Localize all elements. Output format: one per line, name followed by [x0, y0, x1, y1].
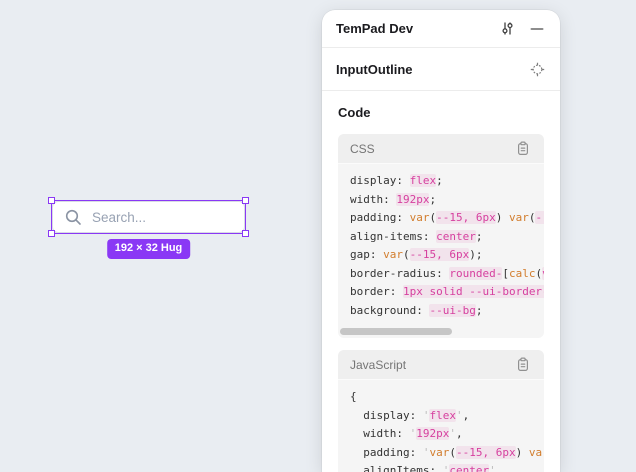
- code-line: display: flex;: [350, 172, 544, 191]
- code-line: padding: 'var(--15, 6px) var(--15, 6px)'…: [350, 444, 544, 463]
- selection-handle-bottom-right[interactable]: [242, 230, 249, 237]
- sliders-icon[interactable]: [498, 20, 516, 38]
- scrollbar-thumb[interactable]: [340, 328, 452, 335]
- code-block-header: JavaScript: [338, 350, 544, 380]
- code-line: padding: var(--15, 6px) var(--15, 6px);: [350, 209, 544, 228]
- code-block-javascript: JavaScript { display: 'flex', width: '19…: [338, 350, 544, 472]
- minimize-icon[interactable]: [528, 20, 546, 38]
- code-line: {: [350, 388, 544, 407]
- code-line: width: '192px',: [350, 425, 544, 444]
- panel-title: TemPad Dev: [336, 21, 498, 36]
- panel-header: TemPad Dev: [322, 10, 560, 48]
- code-line: align-items: center;: [350, 228, 544, 247]
- code-line: border: 1px solid --ui-border-color;: [350, 283, 544, 302]
- code-block-label: CSS: [350, 142, 514, 156]
- search-input[interactable]: Search...: [52, 201, 245, 233]
- code-section-title: Code: [338, 105, 544, 120]
- code-section: Code CSS display: flex;width: 192px;padd…: [322, 91, 560, 472]
- selected-component[interactable]: Search... 192 × 32 Hug: [52, 201, 245, 233]
- crosshair-locate-icon[interactable]: [528, 60, 546, 78]
- code-block-header: CSS: [338, 134, 544, 164]
- clipboard-copy-icon[interactable]: [514, 356, 532, 374]
- horizontal-scrollbar[interactable]: [340, 328, 542, 335]
- selected-node-row: InputOutline: [322, 48, 560, 91]
- code-line: background: --ui-bg;: [350, 302, 544, 321]
- size-badge: 192 × 32 Hug: [107, 239, 191, 259]
- clipboard-copy-icon[interactable]: [514, 140, 532, 158]
- code-body[interactable]: display: flex;width: 192px;padding: var(…: [338, 164, 544, 338]
- code-line: alignItems: 'center',: [350, 462, 544, 472]
- magnifier-icon: [64, 208, 83, 227]
- code-block-css: CSS display: flex;width: 192px;padding: …: [338, 134, 544, 338]
- code-line: border-radius: rounded-[calc(var(--radiu…: [350, 265, 544, 284]
- node-name: InputOutline: [336, 62, 528, 77]
- code-block-label: JavaScript: [350, 358, 514, 372]
- code-body[interactable]: { display: 'flex', width: '192px', paddi…: [338, 380, 544, 472]
- code-line: width: 192px;: [350, 191, 544, 210]
- tempad-dev-panel: TemPad Dev InputOutline: [322, 10, 560, 472]
- search-placeholder-text: Search...: [92, 210, 146, 225]
- selection-handle-top-left[interactable]: [48, 197, 55, 204]
- selection-handle-top-right[interactable]: [242, 197, 249, 204]
- code-line: display: 'flex',: [350, 407, 544, 426]
- selection-handle-bottom-left[interactable]: [48, 230, 55, 237]
- code-line: gap: var(--15, 6px);: [350, 246, 544, 265]
